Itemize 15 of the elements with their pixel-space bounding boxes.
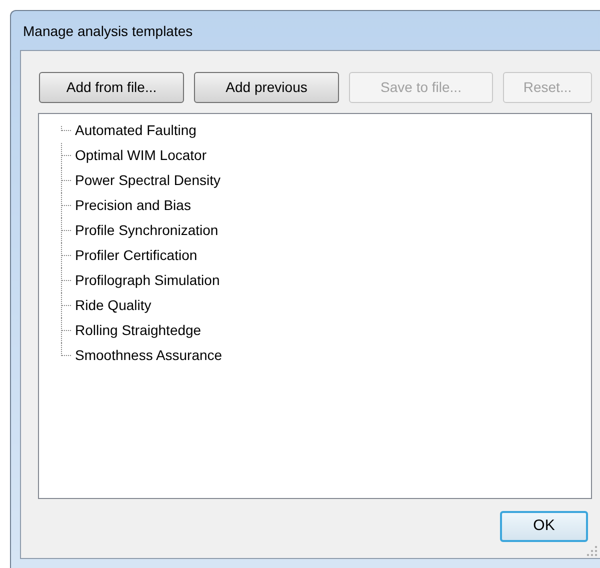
resize-grip-icon[interactable] <box>587 546 597 556</box>
tree-item[interactable]: Profile Synchronization <box>72 218 218 243</box>
tree-item[interactable]: Ride Quality <box>72 293 152 318</box>
tree-item[interactable]: Automated Faulting <box>72 118 196 143</box>
tree-item[interactable]: Profiler Certification <box>72 243 198 268</box>
tree-item[interactable]: Rolling Straightedge <box>72 318 202 343</box>
ok-button[interactable]: OK <box>500 511 588 542</box>
tree-item[interactable]: Smoothness Assurance <box>72 343 222 368</box>
tree-item[interactable]: Optimal WIM Locator <box>72 143 206 168</box>
toolbar-button[interactable]: Add from file... <box>39 72 184 103</box>
tree-item[interactable]: Precision and Bias <box>72 193 191 218</box>
toolbar-button[interactable]: Add previous <box>194 72 339 103</box>
tree-item[interactable]: Power Spectral Density <box>72 168 221 193</box>
tree-item[interactable]: Profilograph Simulation <box>72 268 220 293</box>
window-title: Manage analysis templates <box>23 22 193 41</box>
